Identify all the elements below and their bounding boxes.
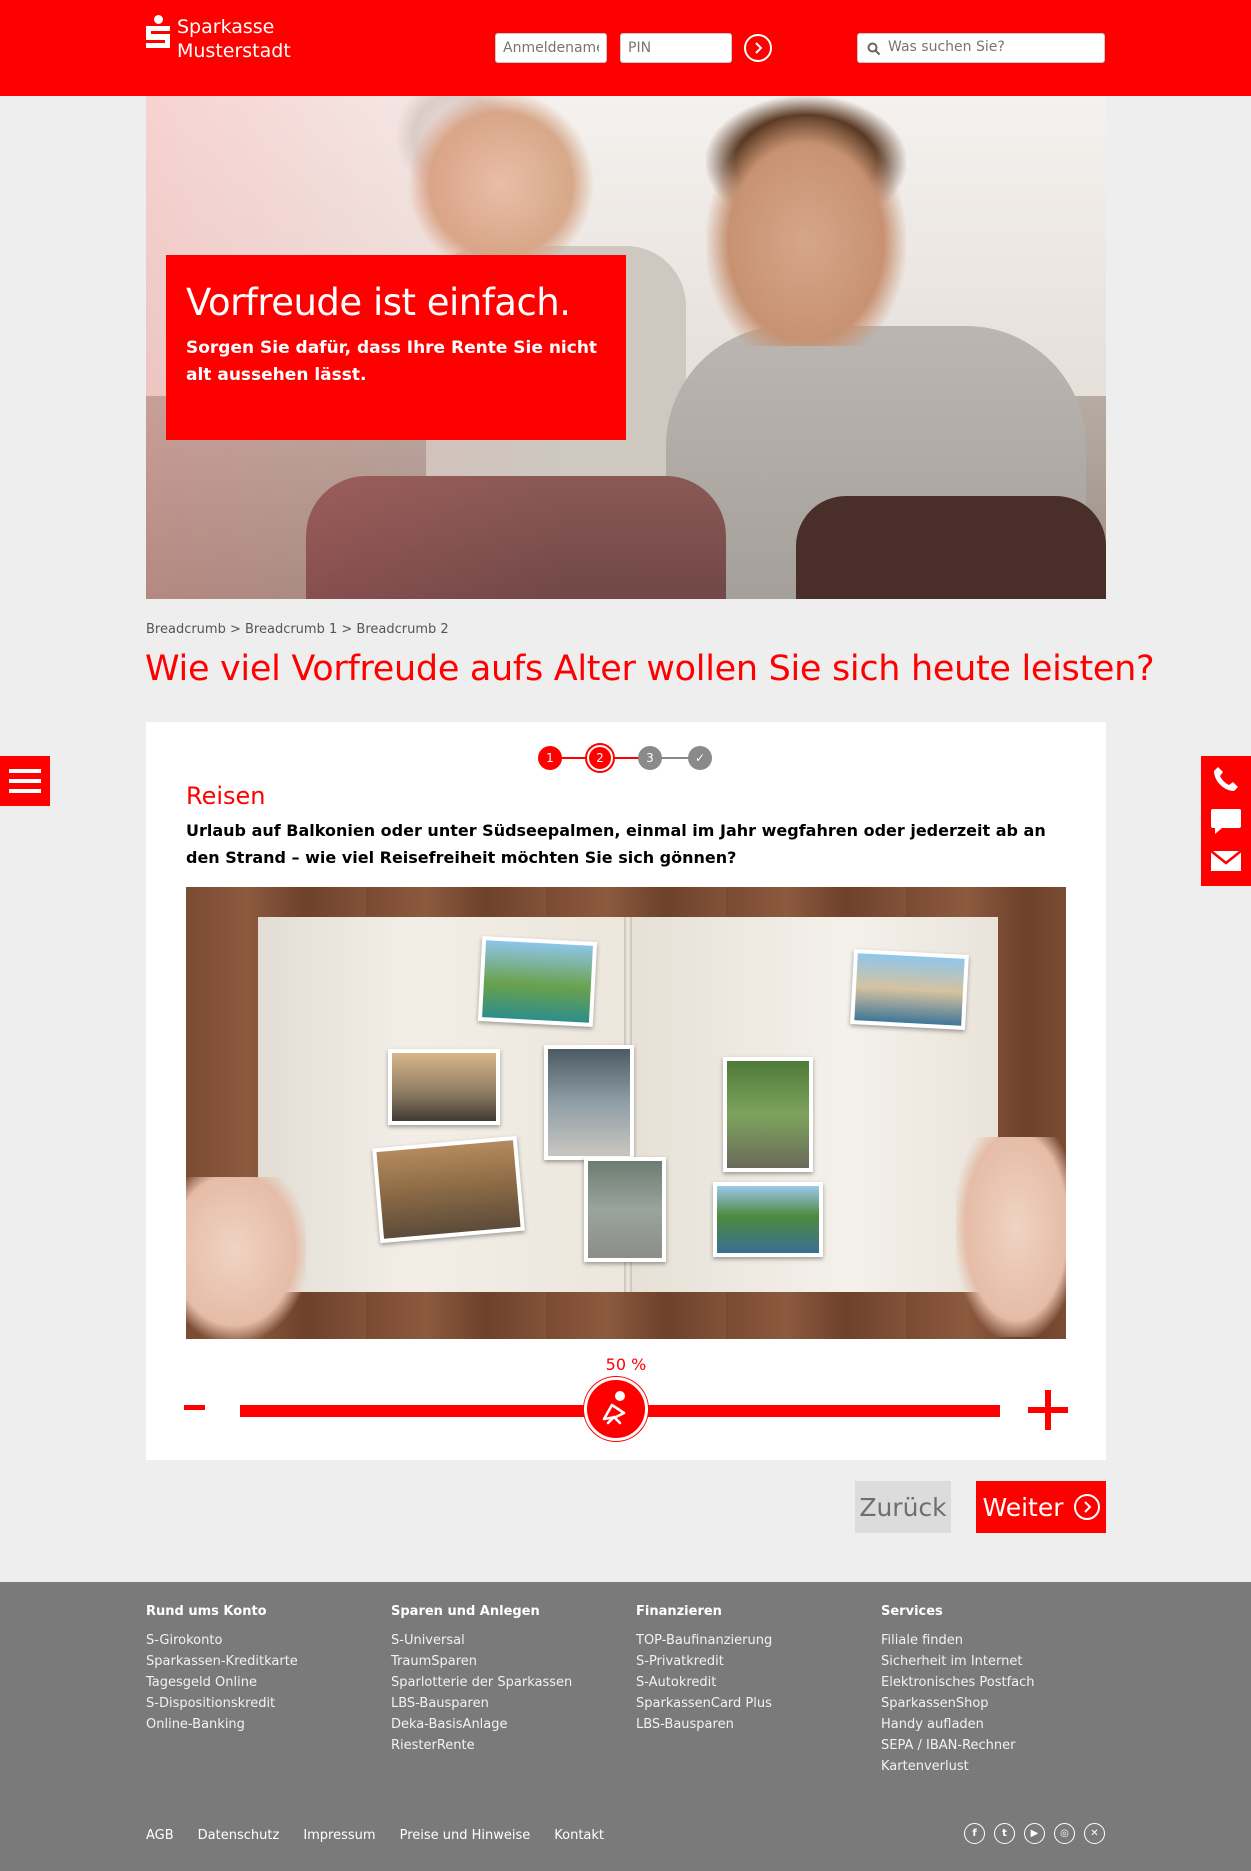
step-1[interactable]: 1: [538, 746, 562, 770]
footer-link[interactable]: Kartenverlust: [881, 1756, 1121, 1777]
section-title: Reisen: [186, 782, 266, 810]
mail-icon[interactable]: [1209, 844, 1243, 878]
footer-column-services: Services Filiale finden Sicherheit im In…: [881, 1604, 1121, 1777]
breadcrumb[interactable]: Breadcrumb > Breadcrumb 1 > Breadcrumb 2: [146, 622, 449, 637]
hero-teaser: Vorfreude ist einfach. Sorgen Sie dafür,…: [166, 255, 626, 440]
slider-handle[interactable]: [584, 1377, 648, 1441]
footer-link-impressum[interactable]: Impressum: [303, 1828, 375, 1843]
footer-link[interactable]: LBS-Bausparen: [636, 1714, 876, 1735]
login-submit-button[interactable]: [744, 34, 772, 62]
footer-link[interactable]: TraumSparen: [391, 1651, 631, 1672]
hero-subtitle: Sorgen Sie dafür, dass Ihre Rente Sie ni…: [186, 338, 598, 385]
facebook-icon[interactable]: f: [964, 1823, 985, 1844]
site-footer: Rund ums Konto S-Girokonto Sparkassen-Kr…: [0, 1582, 1251, 1871]
hero-title: Vorfreude ist einfach.: [186, 281, 571, 324]
slider-value-label: 50 %: [605, 1355, 647, 1374]
sparkasse-logo[interactable]: Sparkasse Musterstadt: [146, 15, 291, 63]
search-box[interactable]: [857, 33, 1105, 63]
footer-link-kontakt[interactable]: Kontakt: [554, 1828, 604, 1843]
sparkasse-s-icon: [146, 15, 170, 49]
login-name-input[interactable]: [495, 33, 607, 63]
footer-link[interactable]: SparkassenCard Plus: [636, 1693, 876, 1714]
deck-chair-icon: [602, 1391, 626, 1425]
pin-input[interactable]: [620, 33, 732, 63]
brand-city: Musterstadt: [177, 40, 291, 62]
site-header: Sparkasse Musterstadt: [0, 0, 1251, 96]
chevron-right-icon: [755, 42, 763, 54]
back-button-label: Zurück: [859, 1492, 947, 1522]
twitter-icon[interactable]: t: [994, 1823, 1015, 1844]
increase-button[interactable]: [1028, 1390, 1068, 1430]
decrease-button[interactable]: [184, 1405, 205, 1410]
step-indicator: 1 2 3 ✓: [538, 744, 712, 772]
search-icon: [867, 42, 881, 56]
instagram-icon[interactable]: ◎: [1054, 1823, 1075, 1844]
footer-column-title: Finanzieren: [636, 1604, 722, 1619]
search-input[interactable]: [888, 39, 1098, 55]
step-3[interactable]: 3: [638, 746, 662, 770]
footer-link[interactable]: Elektronisches Postfach: [881, 1672, 1121, 1693]
chat-icon[interactable]: [1209, 804, 1243, 838]
footer-link[interactable]: S-Dispositionskredit: [146, 1693, 386, 1714]
youtube-icon[interactable]: ▶: [1024, 1823, 1045, 1844]
chevron-right-icon: [1073, 1494, 1100, 1520]
footer-link[interactable]: S-Autokredit: [636, 1672, 876, 1693]
footer-link-datenschutz[interactable]: Datenschutz: [198, 1828, 280, 1843]
back-button[interactable]: Zurück: [855, 1481, 951, 1533]
footer-column-konto: Rund ums Konto S-Girokonto Sparkassen-Kr…: [146, 1604, 386, 1735]
footer-column-title: Rund ums Konto: [146, 1604, 267, 1619]
next-button[interactable]: Weiter: [976, 1481, 1106, 1533]
footer-link[interactable]: SEPA / IBAN-Rechner: [881, 1735, 1121, 1756]
footer-link[interactable]: RiesterRente: [391, 1735, 631, 1756]
page-title: Wie viel Vorfreude aufs Alter wollen Sie…: [145, 649, 1155, 689]
footer-link[interactable]: Sicherheit im Internet: [881, 1651, 1121, 1672]
footer-link[interactable]: Deka-BasisAnlage: [391, 1714, 631, 1735]
footer-link-preise[interactable]: Preise und Hinweise: [400, 1828, 531, 1843]
footer-link[interactable]: Sparkassen-Kreditkarte: [146, 1651, 386, 1672]
footer-link-agb[interactable]: AGB: [146, 1828, 174, 1843]
footer-link[interactable]: S-Girokonto: [146, 1630, 386, 1651]
footer-column-sparen: Sparen und Anlegen S-Universal TraumSpar…: [391, 1604, 631, 1756]
brand-name: Sparkasse: [177, 16, 275, 38]
next-button-label: Weiter: [982, 1492, 1064, 1522]
footer-link[interactable]: TOP-Baufinanzierung: [636, 1630, 876, 1651]
xing-icon[interactable]: ✕: [1084, 1823, 1105, 1844]
menu-button[interactable]: [0, 756, 50, 806]
photo-album-image: [186, 887, 1066, 1339]
step-2[interactable]: 2: [587, 745, 613, 771]
footer-link[interactable]: Tagesgeld Online: [146, 1672, 386, 1693]
footer-column-finanzieren: Finanzieren TOP-Baufinanzierung S-Privat…: [636, 1604, 876, 1735]
footer-link[interactable]: Sparlotterie der Sparkassen: [391, 1672, 631, 1693]
footer-legal-links: AGB Datenschutz Impressum Preise und Hin…: [146, 1828, 604, 1843]
footer-link[interactable]: Online-Banking: [146, 1714, 386, 1735]
contact-sidebar: [1201, 756, 1251, 886]
footer-link[interactable]: S-Privatkredit: [636, 1651, 876, 1672]
phone-icon[interactable]: [1209, 762, 1243, 796]
hamburger-icon: [9, 769, 41, 773]
footer-link[interactable]: Filiale finden: [881, 1630, 1121, 1651]
footer-link[interactable]: S-Universal: [391, 1630, 631, 1651]
calculator-card: 1 2 3 ✓ Reisen Urlaub auf Balkonien oder…: [146, 722, 1106, 1460]
section-description: Urlaub auf Balkonien oder unter Südseepa…: [186, 821, 1046, 867]
footer-link[interactable]: SparkassenShop: [881, 1693, 1121, 1714]
footer-column-title: Services: [881, 1604, 943, 1619]
footer-link[interactable]: LBS-Bausparen: [391, 1693, 631, 1714]
social-links: f t ▶ ◎ ✕: [964, 1823, 1105, 1844]
footer-column-title: Sparen und Anlegen: [391, 1604, 540, 1619]
footer-link[interactable]: Handy aufladen: [881, 1714, 1121, 1735]
step-done[interactable]: ✓: [688, 746, 712, 770]
